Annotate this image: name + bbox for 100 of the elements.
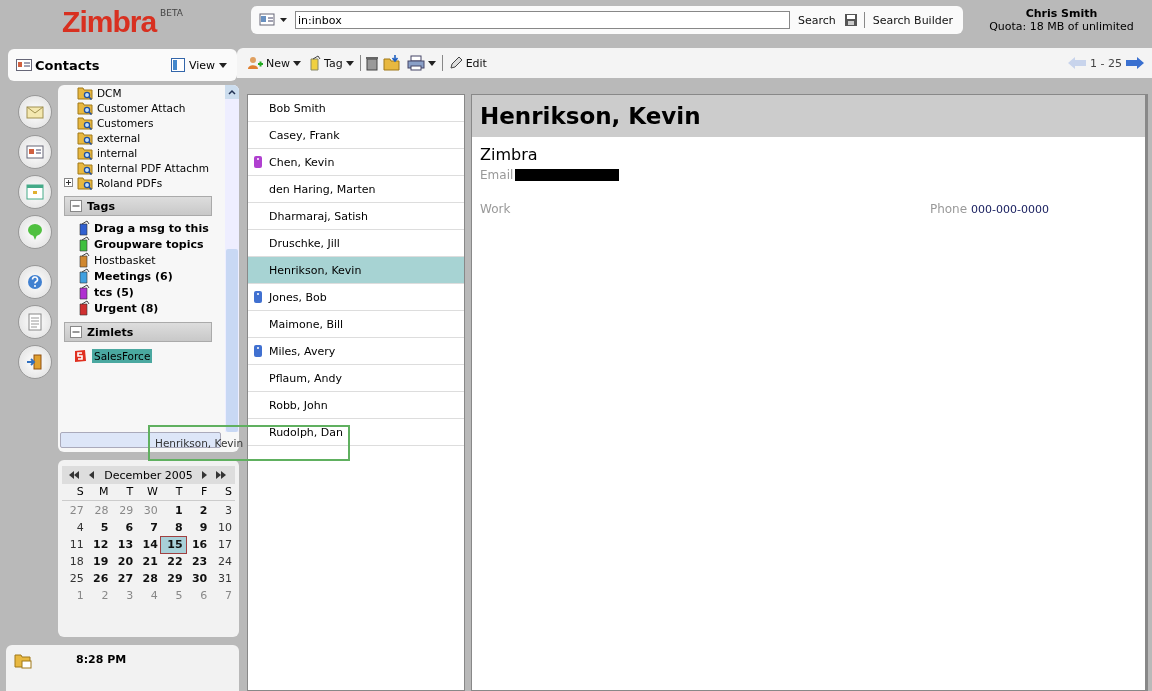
search-button[interactable]: Search <box>796 11 838 29</box>
tag-item[interactable]: Urgent (8) <box>94 301 159 315</box>
calendar-day[interactable]: 19 <box>86 554 112 571</box>
folder-item[interactable]: internal <box>97 146 138 159</box>
app-button[interactable] <box>18 345 52 379</box>
calendar-day[interactable]: 16 <box>185 537 211 554</box>
collapse-icon[interactable] <box>70 200 82 212</box>
phone-value: 000-000-0000 <box>971 203 1049 216</box>
calendar-day[interactable]: 10 <box>210 520 235 537</box>
quota-text: Quota: 18 MB of unlimited <box>989 20 1134 33</box>
folder-item[interactable]: external <box>97 131 141 144</box>
vertical-scrollbar[interactable] <box>225 85 239 433</box>
app-title: Contacts <box>35 57 100 73</box>
contact-row[interactable]: Pflaum, Andy <box>248 365 464 392</box>
double-left-arrow-icon[interactable] <box>68 471 82 480</box>
printer-icon <box>406 55 425 71</box>
folder-search-icon <box>77 160 93 175</box>
calendar-day[interactable]: 4 <box>62 520 87 537</box>
app-button[interactable] <box>18 95 52 129</box>
folder-item[interactable]: Roland PDFs <box>97 176 163 189</box>
section-title: Tags <box>87 199 115 213</box>
tag-item[interactable]: Meetings (6) <box>94 269 173 283</box>
calendar-day[interactable]: 14 <box>136 537 161 554</box>
calendar-day[interactable]: 24 <box>210 554 235 571</box>
zimlet-item[interactable]: SalesForce <box>92 349 153 363</box>
tag-item[interactable]: Groupware topics <box>94 237 204 251</box>
calendar-day[interactable]: 26 <box>86 571 112 588</box>
calendar-day[interactable]: 30 <box>185 571 211 588</box>
edit-button[interactable]: Edit <box>446 54 489 72</box>
calendar-day[interactable]: 31 <box>210 571 235 588</box>
phone-label: Phone <box>929 202 968 216</box>
contact-row[interactable]: Chen, Kevin <box>248 149 464 176</box>
contact-row[interactable]: Robb, John <box>248 392 464 419</box>
calendar-day[interactable]: 25 <box>62 571 87 588</box>
calendar-day[interactable]: 27 <box>111 571 137 588</box>
tag-button[interactable]: Tag <box>307 53 356 73</box>
calendar-day[interactable]: 22 <box>160 554 186 571</box>
calendar-month: December 2005 <box>104 468 193 482</box>
folder-item[interactable]: Customer Attach <box>97 101 186 114</box>
calendar-day[interactable]: 29 <box>160 571 186 588</box>
calendar-day[interactable]: 12 <box>86 537 112 554</box>
calendar-day[interactable]: 13 <box>111 537 137 554</box>
contact-row[interactable]: Rudolph, Dan <box>248 419 464 446</box>
app-button[interactable] <box>18 135 52 169</box>
search-builder-button[interactable]: Search Builder <box>870 11 955 29</box>
calendar-day[interactable]: 8 <box>160 520 186 537</box>
expand-icon[interactable] <box>64 178 73 187</box>
contact-row[interactable]: Henrikson, Kevin <box>248 257 464 284</box>
view-button[interactable]: View <box>168 56 229 74</box>
new-button[interactable]: New <box>245 54 303 72</box>
left-arrow-icon[interactable] <box>88 471 96 480</box>
calendar-day[interactable]: 2 <box>185 503 211 520</box>
save-icon[interactable] <box>843 13 858 27</box>
calendar-day[interactable]: 23 <box>185 554 211 571</box>
app-button[interactable] <box>18 305 52 339</box>
folder-item[interactable]: Customers <box>97 116 154 129</box>
right-arrow-icon[interactable] <box>201 471 209 480</box>
tag-item[interactable]: tcs (5) <box>94 285 134 299</box>
app-button[interactable] <box>18 215 52 249</box>
contact-row[interactable]: Maimone, Bill <box>248 311 464 338</box>
search-type-icon[interactable] <box>259 13 289 27</box>
print-button[interactable] <box>404 53 438 73</box>
folder-item[interactable]: DCM <box>97 86 122 99</box>
calendar-day[interactable]: 28 <box>136 571 161 588</box>
contact-row[interactable]: Jones, Bob <box>248 284 464 311</box>
calendar-day[interactable]: 21 <box>136 554 161 571</box>
collapse-icon[interactable] <box>70 326 82 338</box>
tag-item[interactable]: Drag a msg to this <box>94 221 209 235</box>
scroll-up-icon[interactable] <box>225 85 239 99</box>
calendar-day[interactable]: 15 <box>160 537 186 554</box>
app-button[interactable] <box>18 175 52 209</box>
calendar-day[interactable]: 9 <box>185 520 211 537</box>
calendar-day[interactable]: 11 <box>62 537 87 554</box>
calendar-day[interactable]: 18 <box>62 554 87 571</box>
folder-mail-icon <box>14 653 32 669</box>
search-field[interactable]: in:inbox <box>295 11 790 29</box>
contact-row[interactable]: den Haring, Marten <box>248 176 464 203</box>
calendar-day[interactable]: 3 <box>210 503 235 520</box>
folder-search-icon <box>77 175 93 190</box>
contact-row[interactable]: Miles, Avery <box>248 338 464 365</box>
calendar-day[interactable]: 17 <box>210 537 235 554</box>
calendar-day[interactable]: 6 <box>111 520 137 537</box>
calendar-day[interactable]: 7 <box>136 520 161 537</box>
user-name: Chris Smith <box>1024 7 1099 20</box>
folder-search-icon <box>77 115 93 130</box>
calendar-day[interactable]: 5 <box>86 520 112 537</box>
app-button[interactable] <box>18 265 52 299</box>
contact-row[interactable]: Bob Smith <box>248 95 464 122</box>
folder-item[interactable]: Internal PDF Attachm <box>97 161 209 174</box>
contact-row[interactable]: Casey, Frank <box>248 122 464 149</box>
folder-search-icon <box>77 130 93 145</box>
calendar-day[interactable]: 1 <box>160 503 186 520</box>
calendar-day[interactable]: 20 <box>111 554 137 571</box>
company-name: Zimbra <box>479 144 539 166</box>
delete-icon[interactable] <box>364 55 379 71</box>
beta-label: BETA <box>160 8 183 18</box>
move-to-folder-icon[interactable] <box>382 55 401 71</box>
tag-item[interactable]: Hostbasket <box>94 253 156 267</box>
next-page-icon[interactable] <box>1126 57 1144 69</box>
contact-row[interactable]: Dharmaraj, Satish <box>248 203 464 230</box>
